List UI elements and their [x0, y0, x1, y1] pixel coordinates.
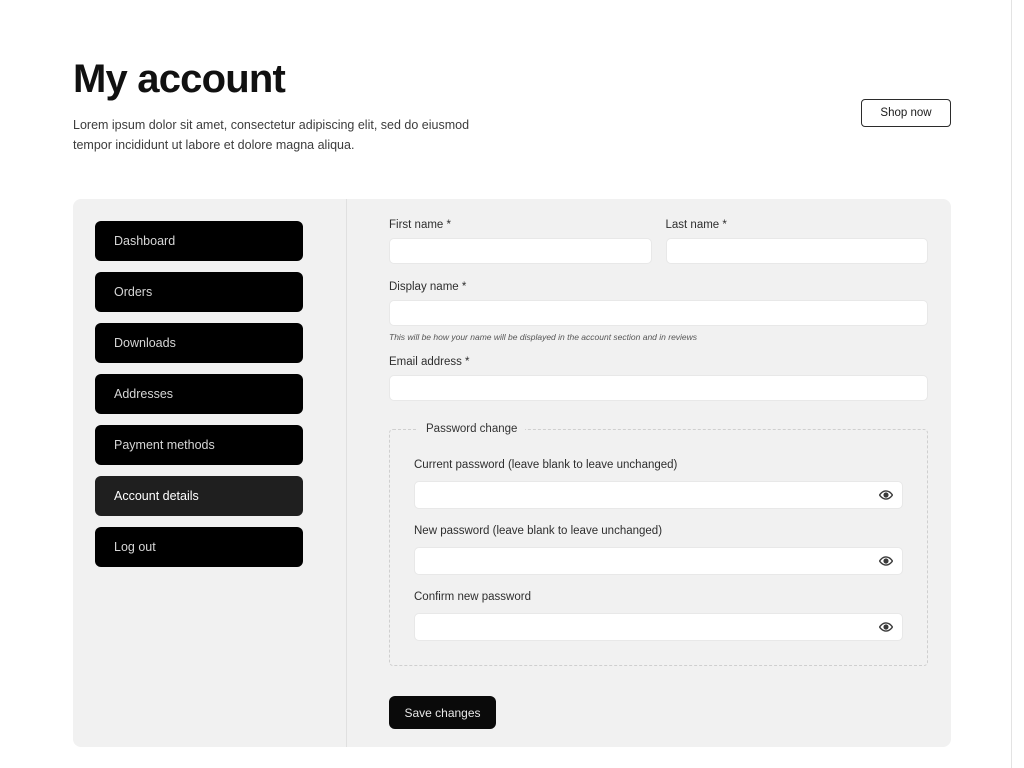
display-name-helper-text: This will be how your name will be displ…: [389, 332, 698, 342]
eye-icon[interactable]: [879, 488, 893, 502]
page-right-edge: [1011, 0, 1012, 768]
first-name-input[interactable]: [389, 238, 652, 264]
new-password-label: New password (leave blank to leave uncha…: [414, 525, 663, 537]
account-card: Dashboard Orders Downloads Addresses Pay…: [73, 199, 951, 747]
last-name-input[interactable]: [665, 238, 928, 264]
new-password-input[interactable]: [414, 547, 903, 575]
confirm-password-input-wrap: [414, 613, 903, 641]
first-name-field-group: First name *: [389, 219, 652, 264]
current-password-input[interactable]: [414, 481, 903, 509]
current-password-field-group: Current password (leave blank to leave u…: [414, 459, 903, 509]
page-subtitle: Lorem ipsum dolor sit amet, consectetur …: [73, 118, 470, 152]
current-password-label: Current password (leave blank to leave u…: [414, 459, 678, 471]
sidebar-item-log-out[interactable]: Log out: [95, 527, 303, 567]
page-title: My account: [73, 57, 286, 101]
sidebar-item-addresses[interactable]: Addresses: [95, 374, 303, 414]
sidebar-item-payment-methods[interactable]: Payment methods: [95, 425, 303, 465]
sidebar-item-dashboard[interactable]: Dashboard: [95, 221, 303, 261]
account-sidebar: Dashboard Orders Downloads Addresses Pay…: [73, 199, 347, 747]
email-label: Email address *: [389, 356, 470, 368]
sidebar-item-downloads[interactable]: Downloads: [95, 323, 303, 363]
password-change-fieldset: Password change Current password (leave …: [389, 423, 928, 666]
name-row: First name * Last name *: [389, 219, 928, 264]
email-field-group: Email address *: [389, 356, 928, 401]
first-name-label: First name *: [389, 219, 451, 231]
shop-now-button[interactable]: Shop now: [861, 99, 951, 127]
sidebar-item-account-details[interactable]: Account details: [95, 476, 303, 516]
password-change-legend: Password change: [426, 423, 518, 435]
sidebar-item-orders[interactable]: Orders: [95, 272, 303, 312]
confirm-password-field-group: Confirm new password: [414, 591, 903, 641]
new-password-input-wrap: [414, 547, 903, 575]
email-input[interactable]: [389, 375, 928, 401]
last-name-field-group: Last name *: [665, 219, 928, 264]
confirm-password-label: Confirm new password: [414, 591, 531, 603]
display-name-field-group: Display name * This will be how your nam…: [389, 281, 928, 342]
last-name-label: Last name *: [665, 219, 727, 231]
eye-icon[interactable]: [879, 620, 893, 634]
account-page: My account Lorem ipsum dolor sit amet, c…: [0, 0, 1011, 768]
current-password-input-wrap: [414, 481, 903, 509]
display-name-label: Display name *: [389, 281, 467, 293]
eye-icon[interactable]: [879, 554, 893, 568]
confirm-password-input[interactable]: [414, 613, 903, 641]
account-details-form: First name * Last name * Display name * …: [347, 199, 951, 747]
display-name-input[interactable]: [389, 300, 928, 326]
new-password-field-group: New password (leave blank to leave uncha…: [414, 525, 903, 575]
save-changes-button[interactable]: Save changes: [389, 696, 496, 729]
page-header: My account Lorem ipsum dolor sit amet, c…: [60, 0, 951, 155]
